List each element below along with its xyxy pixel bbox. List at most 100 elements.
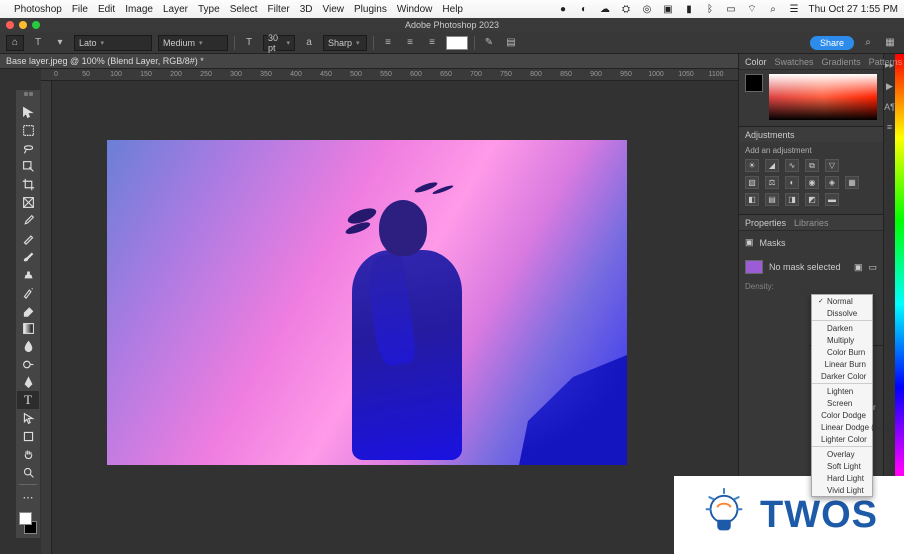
- object-select-tool[interactable]: [17, 157, 39, 175]
- align-left-icon[interactable]: ≡: [380, 35, 396, 51]
- menu-help[interactable]: Help: [442, 4, 463, 15]
- menu-view[interactable]: View: [323, 4, 345, 15]
- blend-mode-item[interactable]: Multiply: [812, 334, 872, 346]
- control-center-icon[interactable]: ☰: [788, 3, 801, 16]
- tab-swatches[interactable]: Swatches: [775, 57, 814, 67]
- blend-mode-item[interactable]: Lighten: [812, 385, 872, 397]
- hand-tool[interactable]: [17, 445, 39, 463]
- text-color-swatch[interactable]: [446, 36, 468, 50]
- gradientmap-adjust-icon[interactable]: ▬: [825, 193, 839, 206]
- color-ramp[interactable]: [769, 74, 877, 120]
- pen-tool[interactable]: [17, 373, 39, 391]
- dodge-tool[interactable]: [17, 355, 39, 373]
- blend-mode-item[interactable]: Dissolve: [812, 307, 872, 319]
- toggle-panels-icon[interactable]: ▾: [52, 35, 68, 51]
- gradient-tool[interactable]: [17, 319, 39, 337]
- zoom-tool[interactable]: [17, 463, 39, 481]
- marquee-tool[interactable]: [17, 121, 39, 139]
- edit-toolbar-icon[interactable]: ⋯: [17, 488, 39, 506]
- blend-mode-item[interactable]: Darken: [812, 322, 872, 334]
- bw-adjust-icon[interactable]: ◐: [785, 176, 799, 189]
- threshold-adjust-icon[interactable]: ◨: [785, 193, 799, 206]
- foreground-color-swatch[interactable]: [19, 512, 32, 525]
- paragraph-panel-icon[interactable]: ≡: [887, 122, 892, 132]
- bluetooth-icon[interactable]: ᛒ: [704, 3, 717, 16]
- blend-mode-item[interactable]: Soft Light: [812, 460, 872, 472]
- camera-icon[interactable]: ▮: [683, 3, 696, 16]
- invert-adjust-icon[interactable]: ◧: [745, 193, 759, 206]
- eyedropper-tool[interactable]: [17, 211, 39, 229]
- blend-mode-item[interactable]: ✓Normal: [812, 295, 872, 307]
- type-tool[interactable]: T: [17, 391, 39, 409]
- blend-mode-menu[interactable]: ✓NormalDissolveDarkenMultiplyColor BurnL…: [811, 294, 873, 497]
- tab-patterns[interactable]: Patterns: [869, 57, 903, 67]
- font-family-select[interactable]: Lato▾: [74, 35, 152, 51]
- menu-type[interactable]: Type: [198, 4, 220, 15]
- menu-select[interactable]: Select: [230, 4, 258, 15]
- curves-adjust-icon[interactable]: ∿: [785, 159, 799, 172]
- share-button[interactable]: Share: [810, 36, 854, 50]
- color-swatches[interactable]: [17, 510, 39, 536]
- blend-mode-item[interactable]: Vivid Light: [812, 484, 872, 496]
- selectivecolor-adjust-icon[interactable]: ◩: [805, 193, 819, 206]
- wifi-icon[interactable]: ⌔: [746, 3, 759, 16]
- menubar-clock[interactable]: Thu Oct 27 1:55 PM: [809, 4, 899, 15]
- levels-adjust-icon[interactable]: ◢: [765, 159, 779, 172]
- blend-mode-item[interactable]: Lighter Color: [812, 433, 872, 445]
- character-panel-icon[interactable]: ▤: [503, 35, 519, 51]
- menu-3d[interactable]: 3D: [300, 4, 313, 15]
- status-icon[interactable]: ●: [557, 3, 570, 16]
- path-select-tool[interactable]: [17, 409, 39, 427]
- brightness-adjust-icon[interactable]: ☀: [745, 159, 759, 172]
- rectangle-tool[interactable]: [17, 427, 39, 445]
- status-icon[interactable]: ⛭: [620, 3, 633, 16]
- window-close-button[interactable]: [6, 21, 14, 29]
- warp-text-icon[interactable]: ✎: [481, 35, 497, 51]
- workspace-icon[interactable]: ▦: [882, 35, 898, 51]
- tab-libraries[interactable]: Libraries: [794, 218, 829, 228]
- panel-grip-icon[interactable]: [17, 92, 39, 100]
- mask-thumbnail[interactable]: [745, 260, 763, 274]
- status-icon[interactable]: ▣: [662, 3, 675, 16]
- hue-adjust-icon[interactable]: ▧: [745, 176, 759, 189]
- status-icon[interactable]: ☁: [599, 3, 612, 16]
- move-tool[interactable]: [17, 103, 39, 121]
- posterize-adjust-icon[interactable]: ▤: [765, 193, 779, 206]
- menu-window[interactable]: Window: [397, 4, 433, 15]
- brush-panel-icon[interactable]: ▶: [886, 81, 893, 92]
- blend-mode-item[interactable]: Color Burn: [812, 346, 872, 358]
- window-zoom-button[interactable]: [32, 21, 40, 29]
- color-fg-swatch[interactable]: [745, 74, 763, 92]
- tab-properties[interactable]: Properties: [745, 218, 786, 228]
- blend-mode-item[interactable]: Hard Light: [812, 472, 872, 484]
- menu-image[interactable]: Image: [125, 4, 153, 15]
- align-right-icon[interactable]: ≡: [424, 35, 440, 51]
- healing-brush-tool[interactable]: [17, 229, 39, 247]
- lasso-tool[interactable]: [17, 139, 39, 157]
- colorbalance-adjust-icon[interactable]: ⚖: [765, 176, 779, 189]
- status-icon[interactable]: ◐: [578, 3, 591, 16]
- history-brush-tool[interactable]: [17, 283, 39, 301]
- eraser-tool[interactable]: [17, 301, 39, 319]
- frame-tool[interactable]: [17, 193, 39, 211]
- align-center-icon[interactable]: ≡: [402, 35, 418, 51]
- exposure-adjust-icon[interactable]: ⧉: [805, 159, 819, 172]
- crop-tool[interactable]: [17, 175, 39, 193]
- antialias-select[interactable]: Sharp▾: [323, 35, 367, 51]
- font-size-input[interactable]: 30 pt▾: [263, 35, 295, 51]
- search-icon[interactable]: ⌕: [767, 3, 780, 16]
- menu-file[interactable]: File: [72, 4, 88, 15]
- battery-icon[interactable]: ▭: [725, 3, 738, 16]
- channelmix-adjust-icon[interactable]: ◈: [825, 176, 839, 189]
- blend-mode-item[interactable]: Linear Burn: [812, 358, 872, 370]
- blur-tool[interactable]: [17, 337, 39, 355]
- tab-gradients[interactable]: Gradients: [822, 57, 861, 67]
- menu-app[interactable]: Photoshop: [14, 4, 62, 15]
- tab-color[interactable]: Color: [745, 57, 767, 67]
- font-weight-select[interactable]: Medium▾: [158, 35, 228, 51]
- search-icon[interactable]: ⌕: [860, 35, 876, 51]
- brush-tool[interactable]: [17, 247, 39, 265]
- photofilter-adjust-icon[interactable]: ◉: [805, 176, 819, 189]
- vector-mask-icon[interactable]: ▭: [868, 262, 877, 273]
- canvas[interactable]: [107, 140, 627, 465]
